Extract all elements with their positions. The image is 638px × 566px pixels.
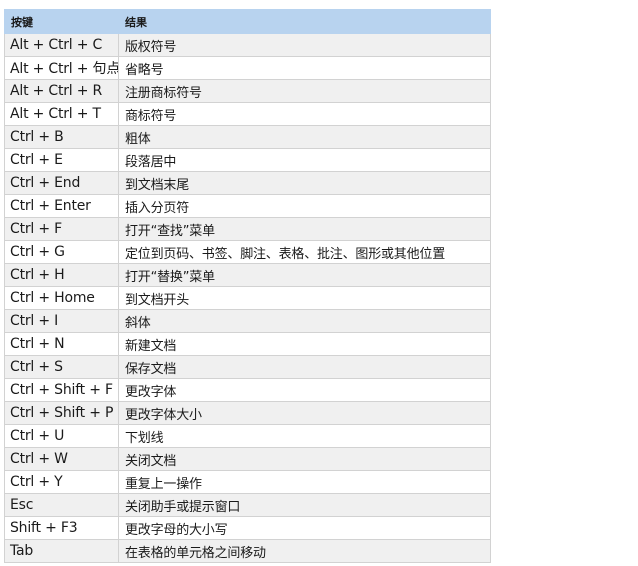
shortcut-key-cell: Ctrl + N: [4, 332, 119, 356]
shortcut-result-cell: 下划线: [118, 424, 491, 448]
table-row: Ctrl + S 保存文档: [4, 355, 491, 379]
shortcut-key-cell: Ctrl + Shift + P: [4, 401, 119, 425]
shortcut-result-cell: 注册商标符号: [118, 79, 491, 103]
table-row: Ctrl + B 粗体: [4, 125, 491, 149]
table-row: Ctrl + Y 重复上一操作: [4, 470, 491, 494]
shortcut-result-cell: 打开“替换”菜单: [118, 263, 491, 287]
shortcut-result-cell: 更改字体大小: [118, 401, 491, 425]
table-row: Ctrl + H 打开“替换”菜单: [4, 263, 491, 287]
shortcut-result-cell: 新建文档: [118, 332, 491, 356]
header-row: 按键 结果: [4, 9, 491, 34]
table-row: Ctrl + I 斜体: [4, 309, 491, 333]
table-header: 按键 结果: [4, 9, 491, 34]
header-result: 结果: [118, 9, 491, 34]
table-row: Alt + Ctrl + R 注册商标符号: [4, 79, 491, 103]
shortcut-result-cell: 关闭助手或提示窗口: [118, 493, 491, 517]
shortcut-result-cell: 斜体: [118, 309, 491, 333]
shortcut-key-cell: Ctrl + H: [4, 263, 119, 287]
table-row: Ctrl + End 到文档末尾: [4, 171, 491, 195]
shortcut-key-cell: Shift + F3: [4, 516, 119, 540]
shortcut-result-cell: 到文档末尾: [118, 171, 491, 195]
shortcut-result-cell: 关闭文档: [118, 447, 491, 471]
table-row: Ctrl + E 段落居中: [4, 148, 491, 172]
table-body: Alt + Ctrl + C 版权符号 Alt + Ctrl + 句点 省略号 Alt …: [4, 33, 491, 563]
shortcut-result-cell: 到文档开头: [118, 286, 491, 310]
shortcut-result-cell: 保存文档: [118, 355, 491, 379]
shortcut-result-cell: 定位到页码、书签、脚注、表格、批注、图形或其他位置: [118, 240, 491, 264]
shortcut-key-cell: Ctrl + B: [4, 125, 119, 149]
shortcut-key-cell: Ctrl + Enter: [4, 194, 119, 218]
shortcut-key-cell: Ctrl + I: [4, 309, 119, 333]
table-row: Esc 关闭助手或提示窗口: [4, 493, 491, 517]
table-row: Ctrl + Home 到文档开头: [4, 286, 491, 310]
shortcut-key-cell: Ctrl + E: [4, 148, 119, 172]
shortcut-key-cell: Ctrl + Shift + F: [4, 378, 119, 402]
shortcut-key-cell: Ctrl + W: [4, 447, 119, 471]
table-row: Alt + Ctrl + 句点 省略号: [4, 56, 491, 80]
shortcut-key-cell: Ctrl + Y: [4, 470, 119, 494]
shortcut-result-cell: 插入分页符: [118, 194, 491, 218]
shortcut-result-cell: 打开“查找”菜单: [118, 217, 491, 241]
shortcut-key-cell: Ctrl + S: [4, 355, 119, 379]
shortcut-result-cell: 省略号: [118, 56, 491, 80]
table-row: Ctrl + U 下划线: [4, 424, 491, 448]
shortcut-result-cell: 粗体: [118, 125, 491, 149]
shortcut-key-cell: Alt + Ctrl + 句点: [4, 56, 119, 80]
shortcut-key-cell: Ctrl + F: [4, 217, 119, 241]
shortcut-key-cell: Ctrl + G: [4, 240, 119, 264]
table-row: Shift + F3 更改字母的大小写: [4, 516, 491, 540]
table-row: Ctrl + Enter 插入分页符: [4, 194, 491, 218]
shortcut-key-cell: Esc: [4, 493, 119, 517]
table-row: Alt + Ctrl + C 版权符号: [4, 33, 491, 57]
table-row: Ctrl + F 打开“查找”菜单: [4, 217, 491, 241]
shortcut-result-cell: 更改字体: [118, 378, 491, 402]
shortcut-key-cell: Alt + Ctrl + C: [4, 33, 119, 57]
header-key: 按键: [4, 9, 119, 34]
shortcut-result-cell: 商标符号: [118, 102, 491, 126]
shortcut-table: 按键 结果 Alt + Ctrl + C 版权符号 Alt + Ctrl + 句点省…: [4, 9, 491, 563]
table-row: Ctrl + G 定位到页码、书签、脚注、表格、批注、图形或其他位置: [4, 240, 491, 264]
shortcut-result-cell: 更改字母的大小写: [118, 516, 491, 540]
shortcut-result-cell: 重复上一操作: [118, 470, 491, 494]
shortcut-key-cell: Ctrl + U: [4, 424, 119, 448]
shortcut-table-container: 按键 结果 Alt + Ctrl + C 版权符号 Alt + Ctrl + 句点省…: [4, 9, 491, 563]
shortcut-result-cell: 段落居中: [118, 148, 491, 172]
table-row: Alt + Ctrl + T 商标符号: [4, 102, 491, 126]
table-row: Ctrl + W 关闭文档: [4, 447, 491, 471]
shortcut-key-cell: Alt + Ctrl + R: [4, 79, 119, 103]
shortcut-key-cell: Alt + Ctrl + T: [4, 102, 119, 126]
shortcut-result-cell: 在表格的单元格之间移动: [118, 539, 491, 563]
table-row: Tab 在表格的单元格之间移动: [4, 539, 491, 563]
table-row: Ctrl + Shift + F 更改字体: [4, 378, 491, 402]
shortcut-result-cell: 版权符号: [118, 33, 491, 57]
table-row: Ctrl + Shift + P 更改字体大小: [4, 401, 491, 425]
shortcut-key-cell: Ctrl + End: [4, 171, 119, 195]
shortcut-key-cell: Ctrl + Home: [4, 286, 119, 310]
table-row: Ctrl + N 新建文档: [4, 332, 491, 356]
shortcut-key-cell: Tab: [4, 539, 119, 563]
